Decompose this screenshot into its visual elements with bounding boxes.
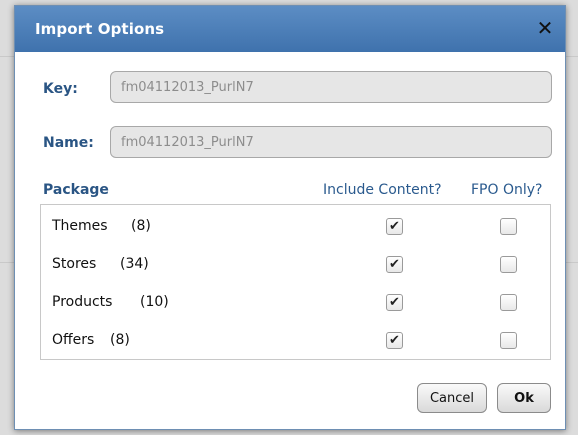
fpo-only-checkbox[interactable]	[500, 256, 517, 273]
package-row-products: Products (10) ✔	[41, 284, 550, 322]
include-content-checkbox[interactable]: ✔	[386, 332, 403, 349]
fpo-only-checkbox[interactable]	[500, 332, 517, 349]
include-content-checkbox[interactable]: ✔	[386, 218, 403, 235]
package-row-themes: Themes (8) ✔	[41, 208, 550, 246]
include-content-column-header: Include Content?	[323, 182, 442, 198]
dialog-title: Import Options	[35, 20, 165, 38]
package-row-stores: Stores (34) ✔	[41, 246, 550, 284]
fpo-only-column-header: FPO Only?	[471, 182, 543, 198]
name-field[interactable]	[110, 126, 552, 158]
name-label: Name:	[43, 135, 94, 151]
package-count: (10)	[140, 294, 169, 310]
cancel-button[interactable]: Cancel	[417, 383, 487, 413]
fpo-only-checkbox[interactable]	[500, 294, 517, 311]
import-options-dialog: Import Options ✕ Key: Name: Package Incl…	[14, 5, 566, 430]
key-field[interactable]	[110, 71, 552, 103]
package-name: Offers	[52, 332, 95, 348]
package-row-offers: Offers (8) ✔	[41, 322, 550, 360]
package-column-header: Package	[43, 182, 109, 198]
key-label: Key:	[43, 81, 78, 97]
ok-button[interactable]: Ok	[497, 383, 551, 413]
package-name: Stores	[52, 256, 97, 272]
fpo-only-checkbox[interactable]	[500, 218, 517, 235]
package-name: Themes	[52, 218, 108, 234]
package-name: Products	[52, 294, 113, 310]
package-count: (8)	[110, 332, 130, 348]
package-count: (34)	[120, 256, 149, 272]
package-count: (8)	[131, 218, 151, 234]
include-content-checkbox[interactable]: ✔	[386, 256, 403, 273]
include-content-checkbox[interactable]: ✔	[386, 294, 403, 311]
close-icon[interactable]: ✕	[535, 18, 555, 38]
package-list: Themes (8) ✔ Stores (34) ✔ Products (10)…	[40, 204, 551, 360]
dialog-titlebar: Import Options ✕	[15, 6, 565, 52]
